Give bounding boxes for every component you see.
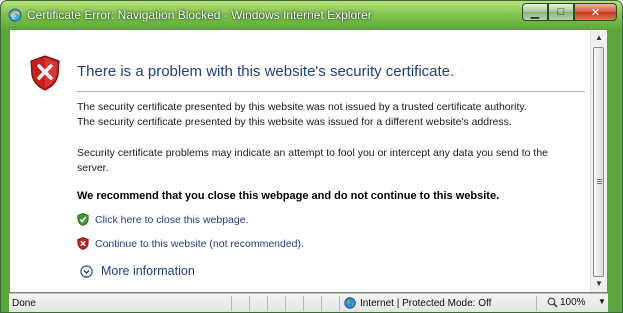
window-title: Certificate Error: Navigation Blocked - … (27, 8, 372, 22)
status-text: Done (12, 298, 36, 309)
status-divider (339, 296, 340, 311)
status-divider (231, 296, 232, 311)
continue-link[interactable]: Continue to this website (not recommende… (77, 237, 304, 250)
page-heading: There is a problem with this website's s… (77, 63, 455, 80)
issue-untrusted: The security certificate presented by th… (77, 101, 527, 113)
zoom-label: 100% (560, 297, 586, 308)
issue-address-mismatch: The security certificate presented by th… (77, 116, 512, 128)
more-information-label[interactable]: More information (101, 264, 195, 278)
zoom-level[interactable]: 100% (547, 297, 586, 308)
warning-paragraph: Security certificate problems may indica… (77, 147, 549, 174)
browser-window: e Certificate Error: Navigation Blocked … (0, 0, 623, 313)
more-information-toggle[interactable]: More information (80, 264, 195, 278)
scroll-thumb[interactable] (593, 47, 604, 277)
grip-icon (597, 179, 602, 185)
title-bar[interactable]: e Certificate Error: Navigation Blocked … (1, 1, 622, 29)
zoom-dropdown-icon[interactable]: ▼ (598, 297, 606, 306)
recommendation: We recommend that you close this webpage… (77, 190, 500, 202)
scroll-down-icon[interactable]: ▼ (591, 276, 607, 292)
close-window-button[interactable]: ✕ (574, 3, 617, 21)
certificate-issues: The security certificate presented by th… (77, 100, 527, 130)
zone-label: Internet | Protected Mode: Off (360, 297, 492, 309)
status-divider (303, 296, 304, 311)
vertical-scrollbar[interactable]: ▲ ▼ (590, 30, 607, 292)
close-webpage-link[interactable]: Click here to close this webpage. (77, 213, 249, 226)
status-divider (249, 296, 250, 311)
chevron-down-circle-icon (80, 264, 93, 278)
minimize-button[interactable]: ▁ (522, 3, 548, 21)
shield-warning-icon (77, 237, 89, 250)
shield-error-icon (30, 55, 60, 91)
page-content: There is a problem with this website's s… (9, 29, 608, 293)
magnifier-icon (547, 297, 558, 308)
close-webpage-label[interactable]: Click here to close this webpage. (95, 214, 249, 226)
scroll-up-icon[interactable]: ▲ (591, 30, 607, 46)
status-divider (285, 296, 286, 311)
status-divider (321, 296, 322, 311)
continue-label[interactable]: Continue to this website (not recommende… (95, 238, 304, 250)
shield-ok-icon (77, 213, 89, 226)
security-zone[interactable]: Internet | Protected Mode: Off (344, 297, 491, 309)
globe-icon (344, 297, 356, 309)
ie-logo-icon: e (8, 8, 22, 22)
svg-text:e: e (12, 11, 16, 21)
divider (77, 91, 585, 92)
status-divider (536, 296, 537, 311)
status-bar: Done Internet | Protected Mode: Off 100%… (9, 293, 608, 312)
maximize-button[interactable]: □ (548, 3, 574, 21)
status-divider (267, 296, 268, 311)
caption-buttons: ▁ □ ✕ (522, 3, 617, 23)
